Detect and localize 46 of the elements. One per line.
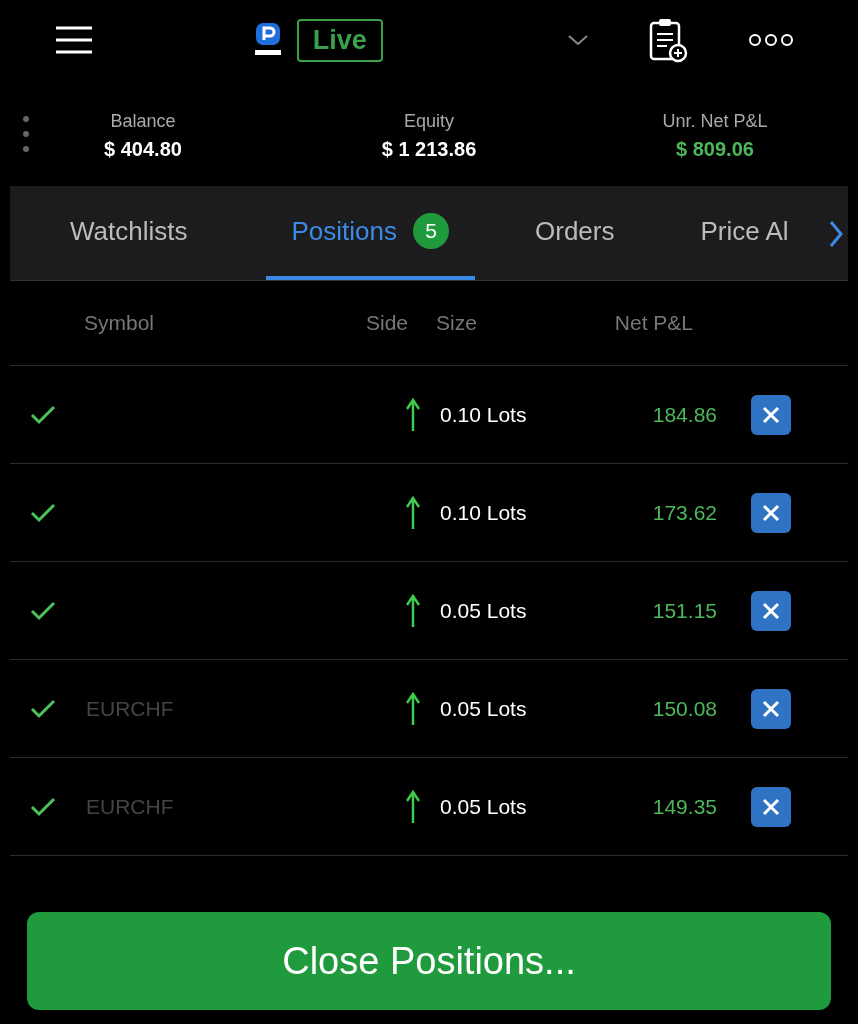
size-text: 0.05 Lots xyxy=(440,696,528,721)
column-header: Side xyxy=(366,311,410,335)
handle-icon[interactable] xyxy=(23,116,29,152)
check-icon[interactable] xyxy=(30,796,56,817)
close-positions-button[interactable]: Close Positions... xyxy=(27,912,831,1010)
close-icon[interactable] xyxy=(751,590,791,631)
size-text: 0.10 Lots xyxy=(440,500,528,525)
count-badge: 5 xyxy=(413,213,449,249)
account-mode-badge: Live xyxy=(296,18,383,62)
stat-value: $ 404.80 xyxy=(104,138,182,161)
column-header: Symbol xyxy=(84,311,156,335)
size-text: 0.05 Lots xyxy=(440,598,528,623)
check-icon[interactable] xyxy=(30,404,56,425)
column-header: Net P&L xyxy=(613,311,693,335)
stat-label: Balance xyxy=(110,111,176,132)
pnl-value: 151.15 xyxy=(651,598,717,623)
close-icon[interactable] xyxy=(751,394,791,435)
check-icon[interactable] xyxy=(30,698,56,719)
close-icon[interactable] xyxy=(751,786,791,827)
menu-icon[interactable] xyxy=(55,26,93,54)
stat-value: $ 809.06 xyxy=(676,138,754,161)
tab[interactable]: Price Al xyxy=(674,186,815,280)
stat-label: Equity xyxy=(404,111,454,132)
pnl-value: 173.62 xyxy=(651,500,717,525)
chevron-right-icon[interactable] xyxy=(828,220,844,248)
tab[interactable]: Positions 5 xyxy=(265,186,475,280)
symbol-text: EURCHF xyxy=(86,696,174,720)
clipboard-add-icon[interactable] xyxy=(648,17,689,63)
tab[interactable]: Orders xyxy=(509,186,641,280)
size-text: 0.05 Lots xyxy=(440,794,528,819)
chevron-down-icon[interactable] xyxy=(566,33,589,47)
stat-value: $ 1 213.86 xyxy=(381,138,477,161)
logo-icon xyxy=(252,23,283,57)
pnl-value: 149.35 xyxy=(651,794,717,819)
symbol-text: EURCHF xyxy=(86,794,174,818)
close-icon[interactable] xyxy=(751,492,791,533)
check-icon[interactable] xyxy=(30,502,56,523)
pnl-value: 150.08 xyxy=(651,696,717,721)
more-icon[interactable] xyxy=(748,33,794,47)
tab[interactable]: Watchlists xyxy=(44,186,214,280)
size-text: 0.10 Lots xyxy=(440,402,528,427)
stat-label: Unr. Net P&L xyxy=(662,111,768,132)
pnl-value: 184.86 xyxy=(651,402,717,427)
check-icon[interactable] xyxy=(30,600,56,621)
close-icon[interactable] xyxy=(751,688,791,729)
column-header: Size xyxy=(436,311,478,335)
